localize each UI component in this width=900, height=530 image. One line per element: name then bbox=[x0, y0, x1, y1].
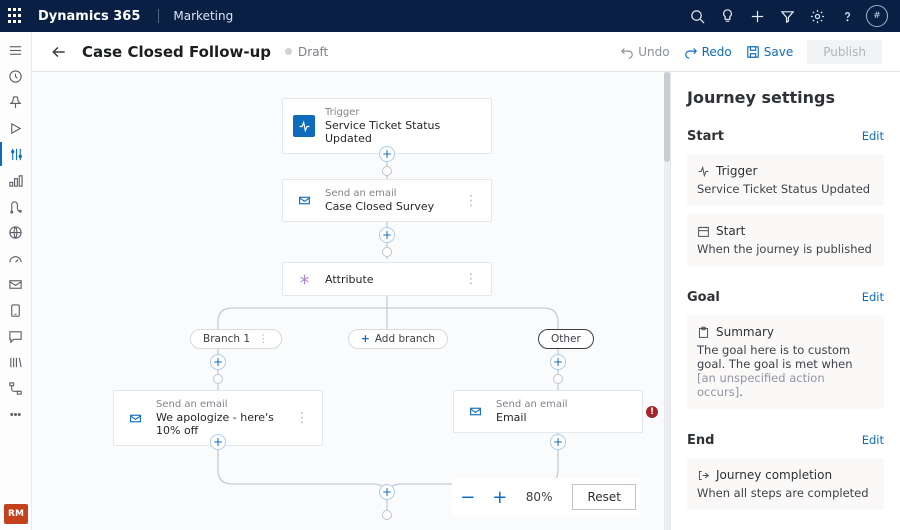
zoom-percent: 80% bbox=[520, 490, 559, 504]
rail-message-icon[interactable] bbox=[0, 324, 32, 348]
attribute-icon bbox=[293, 268, 315, 290]
save-button[interactable]: Save bbox=[746, 45, 793, 59]
node-type-label: Send an email bbox=[156, 399, 292, 410]
add-step-button[interactable]: + bbox=[210, 434, 226, 450]
add-step-button[interactable]: + bbox=[379, 146, 395, 162]
add-step-button[interactable]: + bbox=[379, 227, 395, 243]
branch-menu-button[interactable]: ⋮ bbox=[258, 333, 269, 345]
add-step-button[interactable]: + bbox=[210, 354, 226, 370]
node-type-label: Send an email bbox=[325, 188, 434, 199]
rail-device-icon[interactable] bbox=[0, 298, 32, 322]
status-label: Draft bbox=[298, 45, 328, 59]
exit-icon bbox=[697, 469, 710, 482]
rail-globe-icon[interactable] bbox=[0, 220, 32, 244]
section-end: End Edit Journey completion When all ste… bbox=[687, 433, 884, 510]
zoom-reset-button[interactable]: Reset bbox=[572, 484, 636, 510]
gear-icon[interactable] bbox=[802, 0, 832, 32]
card-summary: Summary The goal here is to custom goal.… bbox=[687, 315, 884, 409]
product-brand: Dynamics 365 bbox=[38, 9, 140, 24]
rail-recent-icon[interactable] bbox=[0, 64, 32, 88]
app-name: Marketing bbox=[158, 9, 233, 23]
app-launcher-icon[interactable] bbox=[8, 8, 24, 24]
left-nav-rail: RM bbox=[0, 32, 32, 530]
rail-library-icon[interactable] bbox=[0, 350, 32, 374]
zoom-out-button[interactable]: − bbox=[456, 485, 480, 509]
node-type-label: Trigger bbox=[325, 107, 481, 118]
card-trigger: Trigger Service Ticket Status Updated bbox=[687, 154, 884, 206]
edit-goal-link[interactable]: Edit bbox=[862, 290, 884, 304]
email-icon bbox=[293, 190, 315, 212]
node-attribute[interactable]: Attribute ⋮ bbox=[282, 262, 492, 296]
rail-pin-icon[interactable] bbox=[0, 90, 32, 114]
node-menu-button[interactable]: ⋮ bbox=[461, 193, 481, 209]
persona-badge[interactable]: RM bbox=[4, 504, 28, 524]
branch-pill-branch1[interactable]: Branch 1⋮ bbox=[190, 329, 282, 349]
email-icon bbox=[464, 401, 486, 423]
card-completion: Journey completion When all steps are co… bbox=[687, 458, 884, 510]
publish-button[interactable]: Publish bbox=[807, 40, 882, 64]
rail-journey-icon[interactable] bbox=[0, 142, 32, 166]
plus-icon[interactable] bbox=[742, 0, 772, 32]
node-title: Case Closed Survey bbox=[325, 200, 434, 213]
node-title: Service Ticket Status Updated bbox=[325, 119, 481, 145]
node-email-survey[interactable]: Send an email Case Closed Survey ⋮ bbox=[282, 179, 492, 222]
add-step-button[interactable]: + bbox=[550, 434, 566, 450]
connector-cap bbox=[382, 510, 392, 520]
node-menu-button[interactable]: ⋮ bbox=[461, 271, 481, 287]
node-title: Attribute bbox=[325, 273, 374, 286]
branch-pill-other[interactable]: Other bbox=[538, 329, 594, 349]
edit-end-link[interactable]: Edit bbox=[862, 433, 884, 447]
zoom-in-button[interactable]: + bbox=[488, 485, 512, 509]
journey-settings-panel: Journey settings Start Edit Trigger Serv… bbox=[670, 72, 900, 530]
node-email-blank[interactable]: Send an email Email ! bbox=[453, 390, 643, 433]
lightbulb-icon[interactable] bbox=[712, 0, 742, 32]
panel-title: Journey settings bbox=[687, 88, 884, 107]
trigger-icon bbox=[293, 115, 315, 137]
connector-cap bbox=[382, 166, 392, 176]
rail-hamburger-icon[interactable] bbox=[0, 38, 32, 62]
back-button[interactable] bbox=[50, 43, 68, 61]
section-heading: End bbox=[687, 433, 714, 448]
calendar-icon bbox=[697, 225, 710, 238]
user-avatar[interactable]: # bbox=[862, 0, 892, 32]
edit-start-link[interactable]: Edit bbox=[862, 129, 884, 143]
filter-icon[interactable] bbox=[772, 0, 802, 32]
help-icon[interactable] bbox=[832, 0, 862, 32]
rail-gauge-icon[interactable] bbox=[0, 246, 32, 270]
node-title: Email bbox=[496, 411, 568, 424]
zoom-controls: − + 80% Reset bbox=[452, 478, 640, 516]
card-start: Start When the journey is published bbox=[687, 214, 884, 266]
section-goal: Goal Edit Summary The goal here is to cu… bbox=[687, 290, 884, 409]
add-branch-button[interactable]: +Add branch bbox=[348, 329, 448, 349]
connector-cap bbox=[382, 247, 392, 257]
global-top-bar: Dynamics 365 Marketing # bbox=[0, 0, 900, 32]
section-heading: Goal bbox=[687, 290, 720, 305]
rail-segment-icon[interactable] bbox=[0, 168, 32, 192]
search-icon[interactable] bbox=[682, 0, 712, 32]
connector-cap bbox=[213, 374, 223, 384]
section-heading: Start bbox=[687, 129, 724, 144]
rail-mail-icon[interactable] bbox=[0, 272, 32, 296]
status-dot bbox=[285, 48, 292, 55]
rail-route-icon[interactable] bbox=[0, 194, 32, 218]
email-icon bbox=[124, 407, 146, 429]
rail-more-icon[interactable] bbox=[0, 402, 32, 426]
rail-flow-icon[interactable] bbox=[0, 376, 32, 400]
clipboard-icon bbox=[697, 326, 710, 339]
add-step-button[interactable]: + bbox=[379, 484, 395, 500]
error-badge-icon: ! bbox=[646, 406, 658, 418]
undo-button[interactable]: Undo bbox=[620, 45, 669, 59]
page-header-bar: Case Closed Follow-up Draft Undo Redo Sa… bbox=[32, 32, 900, 72]
section-start: Start Edit Trigger Service Ticket Status… bbox=[687, 129, 884, 266]
page-title: Case Closed Follow-up bbox=[82, 43, 271, 61]
connector-cap bbox=[553, 374, 563, 384]
node-menu-button[interactable]: ⋮ bbox=[292, 410, 312, 426]
journey-canvas[interactable]: Trigger Service Ticket Status Updated + … bbox=[32, 72, 670, 530]
node-type-label: Send an email bbox=[496, 399, 568, 410]
add-step-button[interactable]: + bbox=[550, 354, 566, 370]
trigger-icon bbox=[697, 165, 710, 178]
rail-play-icon[interactable] bbox=[0, 116, 32, 140]
node-title: We apologize - here's 10% off bbox=[156, 411, 292, 437]
redo-button[interactable]: Redo bbox=[684, 45, 732, 59]
